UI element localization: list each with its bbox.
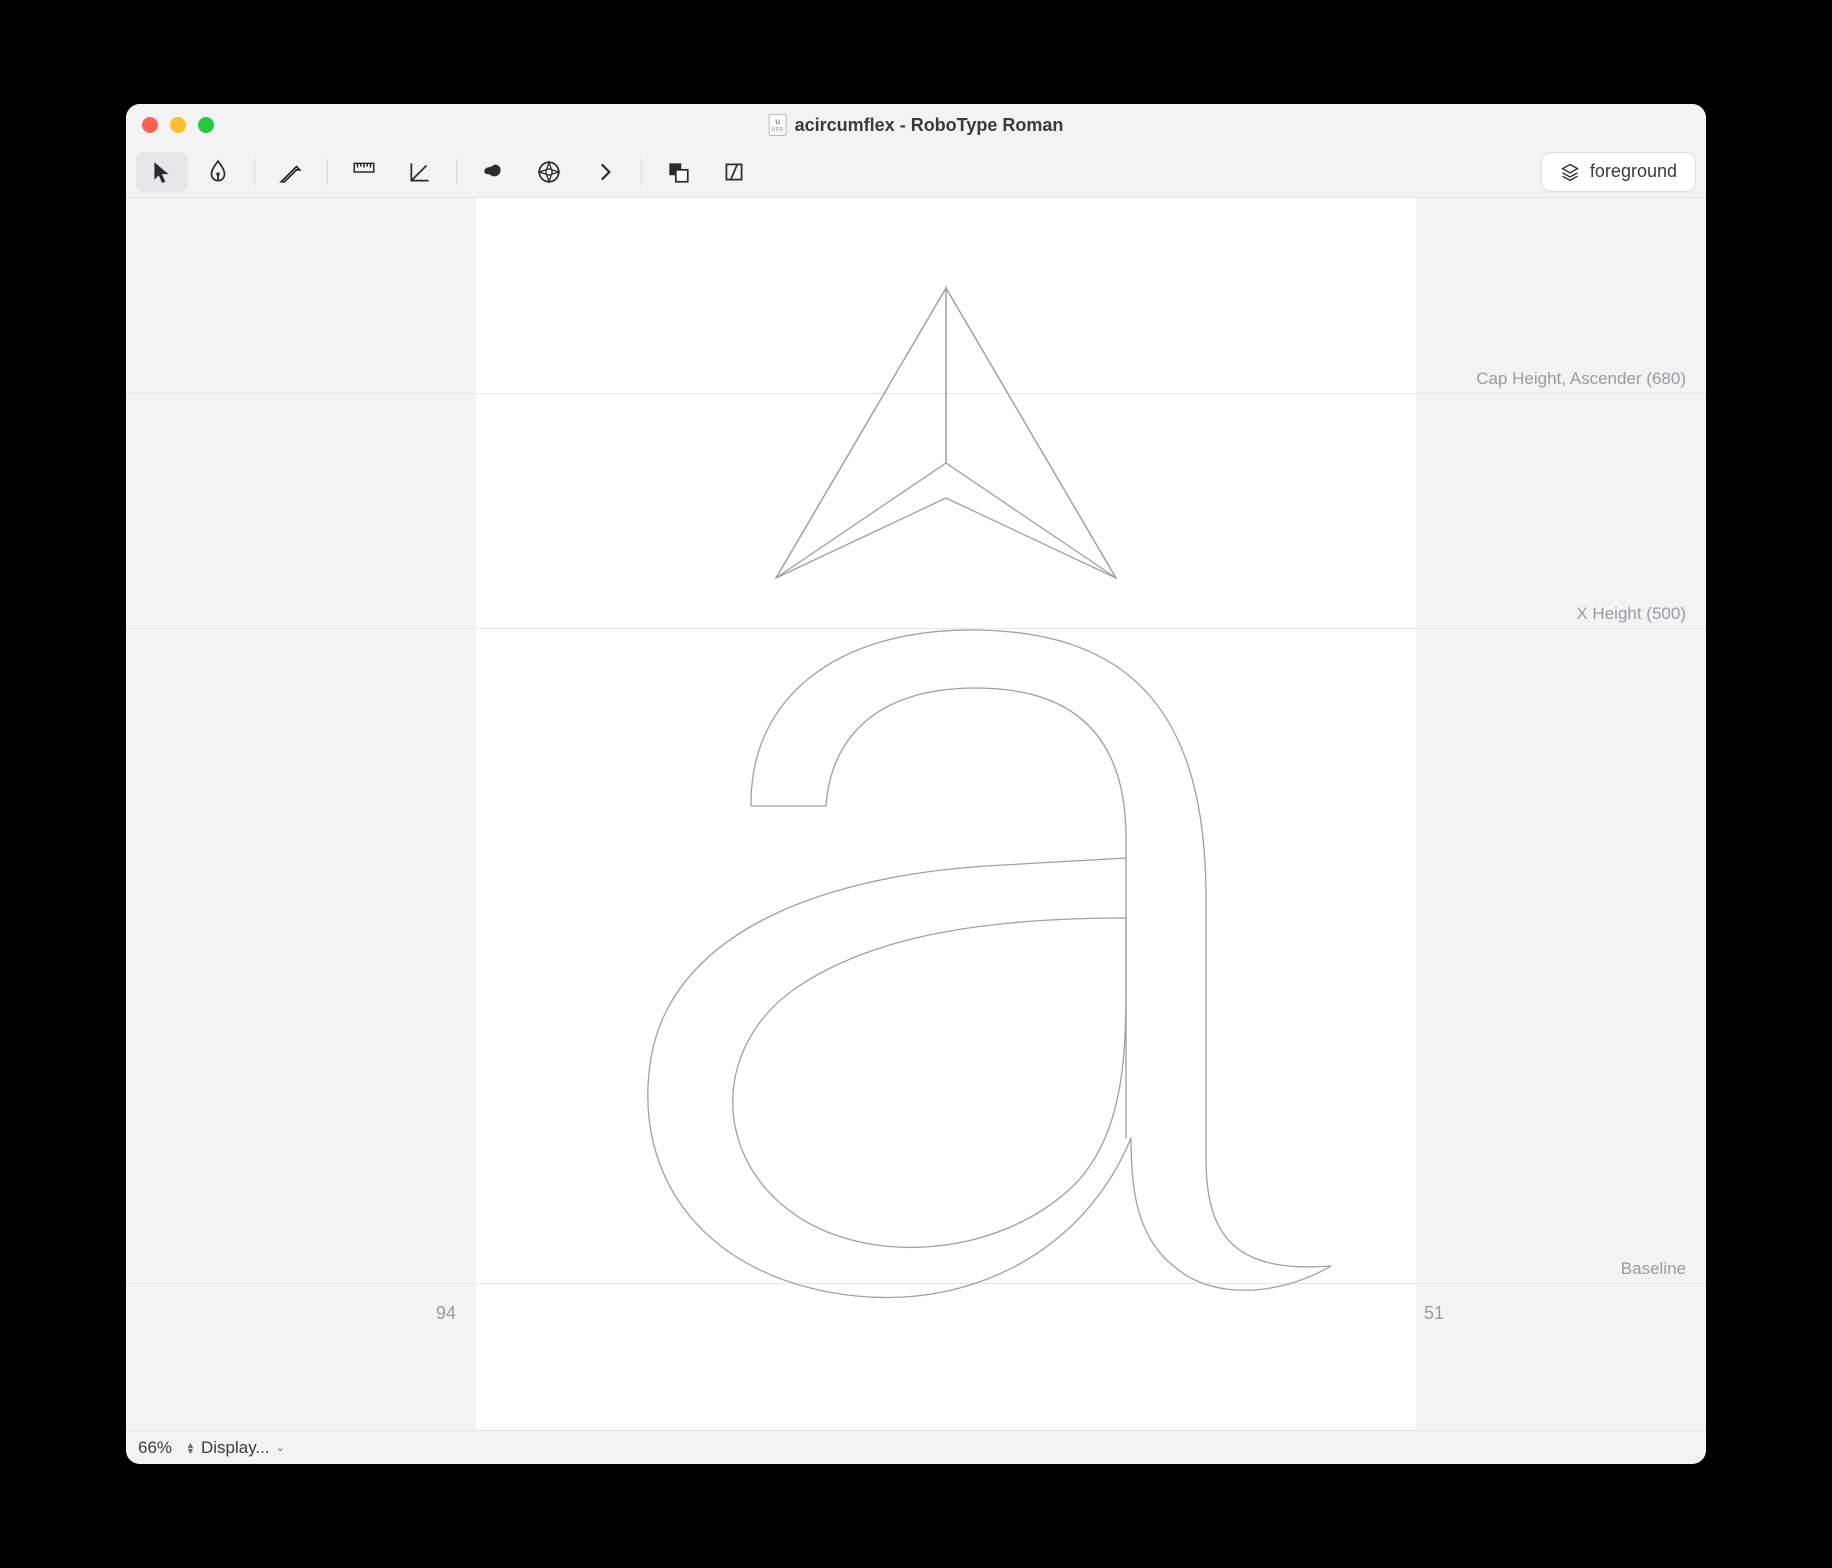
angle-tool[interactable] xyxy=(394,152,446,192)
cap-height-label: Cap Height, Ascender (680) xyxy=(1476,369,1686,389)
left-sidebearing: 94 xyxy=(436,1303,456,1324)
display-label: Display... xyxy=(201,1438,270,1458)
titlebar[interactable]: acircumflex - RoboType Roman xyxy=(126,104,1706,146)
right-sidebearing: 51 xyxy=(1424,1303,1444,1324)
layer-selector[interactable]: foreground xyxy=(1541,152,1696,192)
statusbar: 66% ▲▼ Display... ⌄ xyxy=(126,1430,1706,1464)
x-height-label: X Height (500) xyxy=(1576,604,1686,624)
glyph-canvas[interactable]: Cap Height, Ascender (680) X Height (500… xyxy=(126,198,1706,1430)
shape-tool[interactable] xyxy=(467,152,519,192)
overlap-icon xyxy=(665,159,691,185)
window-controls xyxy=(142,117,214,133)
toolbar: foreground xyxy=(126,146,1706,198)
remove-overlap-tool[interactable] xyxy=(652,152,704,192)
separator-icon xyxy=(327,158,328,186)
knife-icon xyxy=(278,159,304,185)
x-height-line xyxy=(126,628,1706,629)
minimize-icon[interactable] xyxy=(170,117,186,133)
window-title: acircumflex - RoboType Roman xyxy=(769,114,1064,136)
layers-icon xyxy=(1560,162,1580,182)
zoom-value: 66% xyxy=(138,1438,172,1458)
layer-label: foreground xyxy=(1590,161,1677,182)
compass-star-icon xyxy=(536,159,562,185)
close-icon[interactable] xyxy=(142,117,158,133)
separator-icon xyxy=(456,158,457,186)
anchor-tool[interactable] xyxy=(523,152,575,192)
separator-icon xyxy=(254,158,255,186)
baseline-line xyxy=(126,1283,1706,1284)
zoom-icon[interactable] xyxy=(198,117,214,133)
next-glyph-tool[interactable] xyxy=(579,152,631,192)
measure-tool[interactable] xyxy=(338,152,390,192)
cursor-icon xyxy=(149,159,175,185)
baseline-label: Baseline xyxy=(1621,1259,1686,1279)
ruler-icon xyxy=(351,159,377,185)
separator-icon xyxy=(641,158,642,186)
knife-tool[interactable] xyxy=(265,152,317,192)
zoom-level[interactable]: 66% xyxy=(138,1438,172,1458)
arrow-tool[interactable] xyxy=(136,152,188,192)
chevron-right-icon xyxy=(592,159,618,185)
angle-icon xyxy=(407,159,433,185)
transform-icon xyxy=(721,159,747,185)
pen-icon xyxy=(205,159,231,185)
pen-tool[interactable] xyxy=(192,152,244,192)
transform-tool[interactable] xyxy=(708,152,760,192)
stepper-icon: ▲▼ xyxy=(186,1442,195,1454)
chevron-down-icon: ⌄ xyxy=(276,1441,285,1454)
title-text: acircumflex - RoboType Roman xyxy=(795,115,1064,136)
ufo-file-icon xyxy=(769,114,787,136)
display-menu[interactable]: ▲▼ Display... ⌄ xyxy=(186,1438,285,1458)
glyph-advance-box xyxy=(476,198,1416,1430)
app-window: acircumflex - RoboType Roman xyxy=(126,104,1706,1464)
cap-height-line xyxy=(126,393,1706,394)
blob-icon xyxy=(480,159,506,185)
